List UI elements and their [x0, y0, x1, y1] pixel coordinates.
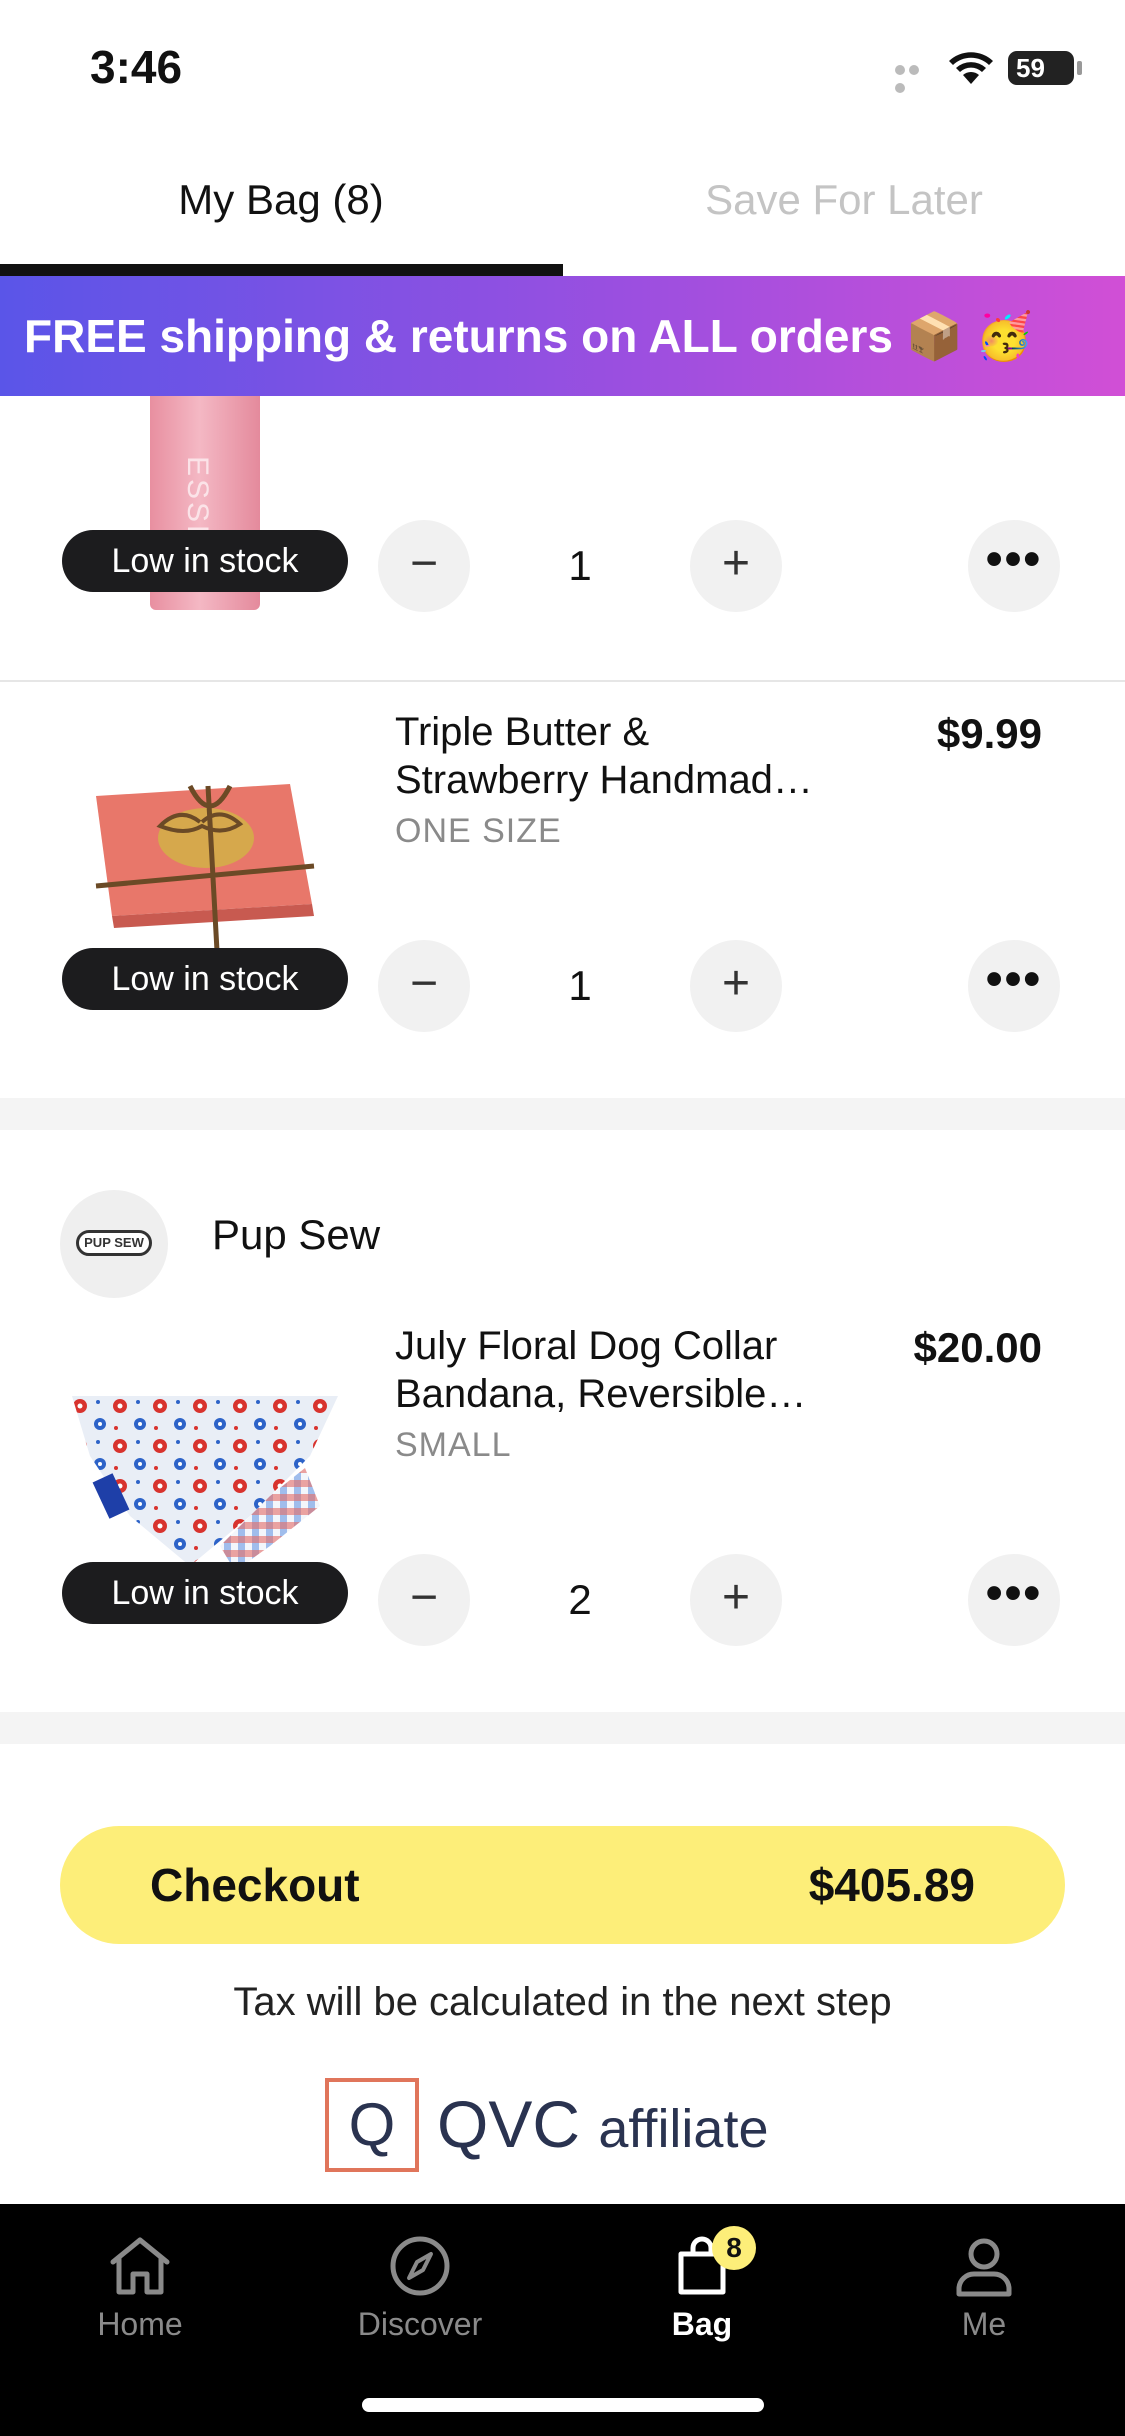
- product-image[interactable]: [90, 766, 320, 1007]
- checkout-label: Checkout: [150, 1859, 360, 1911]
- quantity-value: 2: [568, 1576, 592, 1623]
- tab-bag[interactable]: 8 Bag: [612, 2226, 792, 2343]
- qvc-affiliate-logo: Q QVC affiliate: [325, 2078, 825, 2174]
- product-size: ONE SIZE: [395, 812, 562, 850]
- section-separator: [0, 1712, 1125, 1744]
- low-stock-badge: Low in stock: [62, 948, 348, 1010]
- product-title-line: Triple Butter &: [395, 710, 650, 754]
- profile-icon: [956, 2238, 1012, 2297]
- product-image[interactable]: [70, 1396, 340, 1576]
- signal-dots-icon: [895, 62, 935, 93]
- wifi-icon: [948, 50, 994, 86]
- tab-home[interactable]: Home: [50, 2234, 230, 2343]
- store-name[interactable]: Pup Sew: [212, 1211, 380, 1259]
- tab-discover[interactable]: Discover: [330, 2234, 510, 2343]
- status-time: 3:46: [90, 41, 183, 93]
- compass-icon: [390, 2236, 450, 2296]
- checkout-panel: Checkout $405.89 Tax will be calculated …: [0, 1766, 1125, 2204]
- increase-quantity-button[interactable]: +: [690, 1554, 782, 1646]
- product-title-line: July Floral Dog Collar: [395, 1324, 778, 1368]
- tab-home-label: Home: [97, 2306, 183, 2342]
- product-title[interactable]: Triple Butter & Strawberry Handmad…: [395, 708, 895, 804]
- qvc-logo-box: Q: [325, 2078, 419, 2172]
- checkout-total: $405.89: [808, 1859, 975, 1911]
- qvc-logo-q: Q: [348, 2091, 396, 2158]
- store-logo[interactable]: PUP SEW: [60, 1190, 168, 1298]
- bag-item-list[interactable]: ESSE Low in stock − 1 + ••• Triple Butte…: [0, 396, 1125, 1766]
- qvc-brand: QVC: [437, 2087, 581, 2161]
- quantity-value: 1: [568, 542, 592, 589]
- status-bar: 3:46 59: [0, 0, 1125, 140]
- home-indicator: [362, 2398, 764, 2412]
- product-title-line: Bandana, Reversible…: [395, 1372, 807, 1416]
- more-options-button[interactable]: •••: [968, 940, 1060, 1032]
- product-title-line: Strawberry Handmad…: [395, 758, 813, 802]
- tax-note: Tax will be calculated in the next step: [233, 1980, 892, 2024]
- decrease-quantity-button[interactable]: −: [378, 940, 470, 1032]
- battery-icon: 59: [1008, 51, 1074, 85]
- product-price: $20.00: [913, 1324, 1042, 1371]
- low-stock-badge: Low in stock: [62, 530, 348, 592]
- increase-quantity-button[interactable]: +: [690, 520, 782, 612]
- increase-quantity-button[interactable]: +: [690, 940, 782, 1032]
- active-tab-indicator: [0, 264, 563, 276]
- store-logo-text: PUP SEW: [76, 1230, 152, 1256]
- decrease-quantity-button[interactable]: −: [378, 1554, 470, 1646]
- tab-me[interactable]: Me: [894, 2234, 1074, 2343]
- more-options-button[interactable]: •••: [968, 520, 1060, 612]
- tab-my-bag[interactable]: My Bag (8): [0, 140, 562, 276]
- product-title[interactable]: July Floral Dog Collar Bandana, Reversib…: [395, 1322, 875, 1418]
- home-icon: [110, 2237, 170, 2295]
- section-separator: [0, 1098, 1125, 1130]
- quantity-value: 1: [568, 962, 592, 1009]
- bag-count-badge: 8: [712, 2226, 756, 2270]
- low-stock-badge: Low in stock: [62, 1562, 348, 1624]
- product-price: $9.99: [936, 710, 1042, 757]
- battery-cap: [1077, 61, 1082, 75]
- qvc-brand-text: QVC affiliate: [437, 2086, 769, 2162]
- tab-save-for-later[interactable]: Save For Later: [563, 140, 1125, 276]
- product-size: SMALL: [395, 1426, 512, 1464]
- bag-tabs: My Bag (8) Save For Later: [0, 140, 1125, 276]
- qvc-affiliate-word: affiliate: [598, 2099, 769, 2159]
- checkout-button[interactable]: Checkout $405.89: [60, 1826, 1065, 1944]
- more-options-button[interactable]: •••: [968, 1554, 1060, 1646]
- promo-banner: FREE shipping & returns on ALL orders 📦 …: [0, 276, 1125, 396]
- decrease-quantity-button[interactable]: −: [378, 520, 470, 612]
- tab-bag-label: Bag: [671, 2306, 733, 2342]
- row-divider: [0, 680, 1125, 682]
- tab-me-label: Me: [961, 2306, 1007, 2342]
- tab-discover-label: Discover: [357, 2306, 483, 2342]
